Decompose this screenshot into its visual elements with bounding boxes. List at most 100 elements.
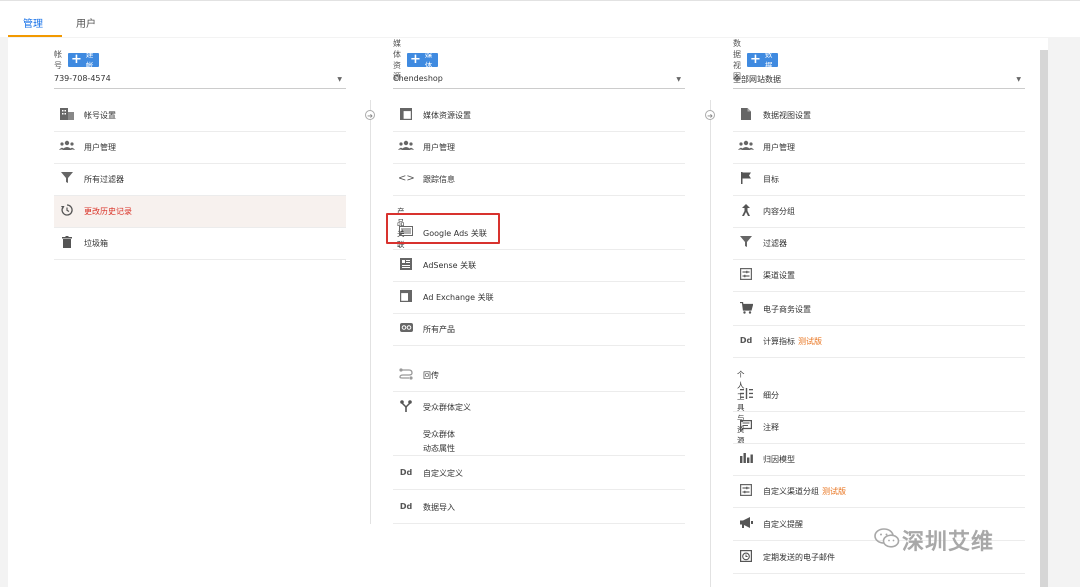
view-item-channel-settings-label: 渠道设置 [763, 270, 795, 281]
admin-panel: 帐号 +创建帐号 739-708-4574 ▼ 帐号设置 用户管理 所有过滤器 [8, 38, 1048, 587]
view-item-settings[interactable]: 数据视图设置 [733, 100, 1025, 132]
create-property-button[interactable]: +创建媒体资源 [407, 53, 438, 67]
cart-icon [738, 302, 754, 316]
view-item-content-grouping-label: 内容分组 [763, 206, 795, 217]
clock-icon [738, 550, 754, 564]
building-icon [59, 108, 75, 122]
column-connector [370, 100, 371, 524]
property-item-adexchange-linking[interactable]: Ad Exchange 关联 [393, 282, 685, 314]
bar-chart-icon [738, 452, 754, 466]
arrow-right-icon: ➜ [705, 110, 715, 120]
account-item-trash[interactable]: 垃圾箱 [54, 228, 346, 260]
audience-sub-dynamic-attributes[interactable]: 动态属性 [423, 443, 455, 454]
tab-user[interactable]: 用户 [76, 15, 96, 30]
people-icon [59, 140, 75, 154]
property-item-audience-definitions[interactable]: 受众群体定义 受众群体 动态属性 [393, 392, 685, 456]
beta-badge: 测试版 [798, 337, 822, 346]
view-item-filters-label: 过滤器 [763, 238, 787, 249]
code-icon: <> [398, 172, 414, 186]
property-selector[interactable]: Chendeshop ▼ [393, 74, 685, 89]
account-item-settings-label: 帐号设置 [84, 110, 116, 121]
view-item-annotations-label: 注释 [763, 422, 779, 433]
account-selector[interactable]: 739-708-4574 ▼ [54, 74, 346, 89]
plus-icon: + [410, 53, 421, 67]
custom-channel-grouping-text: 自定义渠道分组 [763, 487, 819, 496]
plus-icon: + [71, 53, 82, 67]
property-item-adsense-linking[interactable]: AdSense 关联 [393, 250, 685, 282]
property-item-postback[interactable]: 回传 [393, 360, 685, 392]
view-selector[interactable]: 全部网站数据 ▼ [733, 74, 1025, 89]
view-selected-value: 全部网站数据 [733, 75, 781, 84]
property-item-data-import[interactable]: Dd 数据导入 [393, 492, 685, 524]
megaphone-icon [738, 517, 754, 531]
dd-icon: Dd [738, 334, 754, 348]
account-item-trash-label: 垃圾箱 [84, 238, 108, 249]
property-item-user-management[interactable]: 用户管理 [393, 132, 685, 164]
filter-icon [59, 172, 75, 186]
property-item-all-products-label: 所有产品 [423, 324, 455, 335]
view-item-content-grouping[interactable]: 内容分组 [733, 196, 1025, 228]
view-item-calculated-metrics-label: 计算指标测试版 [763, 336, 822, 347]
audience-sub-audiences[interactable]: 受众群体 [423, 429, 455, 440]
view-item-user-management-label: 用户管理 [763, 142, 795, 153]
view-item-user-management[interactable]: 用户管理 [733, 132, 1025, 164]
create-account-button[interactable]: +创建帐号 [68, 53, 99, 67]
adsense-icon [398, 258, 414, 272]
property-item-audience-definitions-label: 受众群体定义 [423, 402, 471, 413]
property-item-settings-label: 媒体资源设置 [423, 110, 471, 121]
wechat-icon [874, 528, 900, 548]
top-tab-bar: 管理 用户 [0, 0, 1080, 37]
column-connector [710, 100, 711, 587]
view-item-channel-settings[interactable]: 渠道设置 [733, 260, 1025, 292]
caret-down-icon: ▼ [337, 76, 342, 83]
account-item-settings[interactable]: 帐号设置 [54, 100, 346, 132]
people-icon [398, 140, 414, 154]
property-settings-icon [398, 108, 414, 122]
property-item-custom-definitions-label: 自定义定义 [423, 468, 463, 479]
channel-icon [738, 484, 754, 498]
vertical-scrollbar[interactable] [1040, 50, 1048, 587]
view-item-annotations[interactable]: 注释 [733, 412, 1025, 444]
caret-down-icon: ▼ [1016, 76, 1021, 83]
view-item-attribution-models[interactable]: 归因模型 [733, 444, 1025, 476]
property-item-adexchange-linking-label: Ad Exchange 关联 [423, 292, 494, 303]
person-walk-icon [738, 204, 754, 218]
property-item-all-products[interactable]: 所有产品 [393, 314, 685, 346]
beta-badge: 测试版 [822, 487, 846, 496]
create-view-button[interactable]: +创建数据视图 [747, 53, 778, 67]
calculated-metrics-text: 计算指标 [763, 337, 795, 346]
property-item-tracking-info[interactable]: <> 跟踪信息 [393, 164, 685, 196]
property-item-user-management-label: 用户管理 [423, 142, 455, 153]
account-item-change-history[interactable]: 更改历史记录 [54, 196, 346, 228]
property-item-settings[interactable]: 媒体资源设置 [393, 100, 685, 132]
view-item-segments-label: 细分 [763, 390, 779, 401]
dd-icon: Dd [398, 500, 414, 514]
account-selected-value: 739-708-4574 [54, 74, 111, 83]
account-item-filters-label: 所有过滤器 [84, 174, 124, 185]
tab-admin[interactable]: 管理 [23, 15, 43, 30]
account-item-filters[interactable]: 所有过滤器 [54, 164, 346, 196]
filter-icon [738, 236, 754, 250]
property-item-data-import-label: 数据导入 [423, 502, 455, 513]
property-item-postback-label: 回传 [423, 370, 439, 381]
comment-icon [738, 420, 754, 434]
view-item-goals[interactable]: 目标 [733, 164, 1025, 196]
channel-icon [738, 268, 754, 282]
postback-icon [398, 368, 414, 382]
view-item-scheduled-emails-label: 定期发送的电子邮件 [763, 552, 835, 563]
audience-icon [398, 400, 414, 414]
view-item-segments[interactable]: 细分 [733, 380, 1025, 412]
account-item-user-management-label: 用户管理 [84, 142, 116, 153]
property-item-custom-definitions[interactable]: Dd 自定义定义 [393, 458, 685, 490]
view-item-filters[interactable]: 过滤器 [733, 228, 1025, 260]
view-item-custom-channel-grouping[interactable]: 自定义渠道分组测试版 [733, 476, 1025, 508]
property-item-adsense-linking-label: AdSense 关联 [423, 260, 476, 271]
trash-icon [59, 236, 75, 250]
account-item-change-history-label: 更改历史记录 [84, 206, 132, 217]
view-item-ecommerce-settings[interactable]: 电子商务设置 [733, 294, 1025, 326]
caret-down-icon: ▼ [676, 76, 681, 83]
account-item-user-management[interactable]: 用户管理 [54, 132, 346, 164]
property-selected-value: Chendeshop [393, 74, 443, 83]
view-item-calculated-metrics[interactable]: Dd 计算指标测试版 [733, 326, 1025, 358]
view-item-attribution-models-label: 归因模型 [763, 454, 795, 465]
